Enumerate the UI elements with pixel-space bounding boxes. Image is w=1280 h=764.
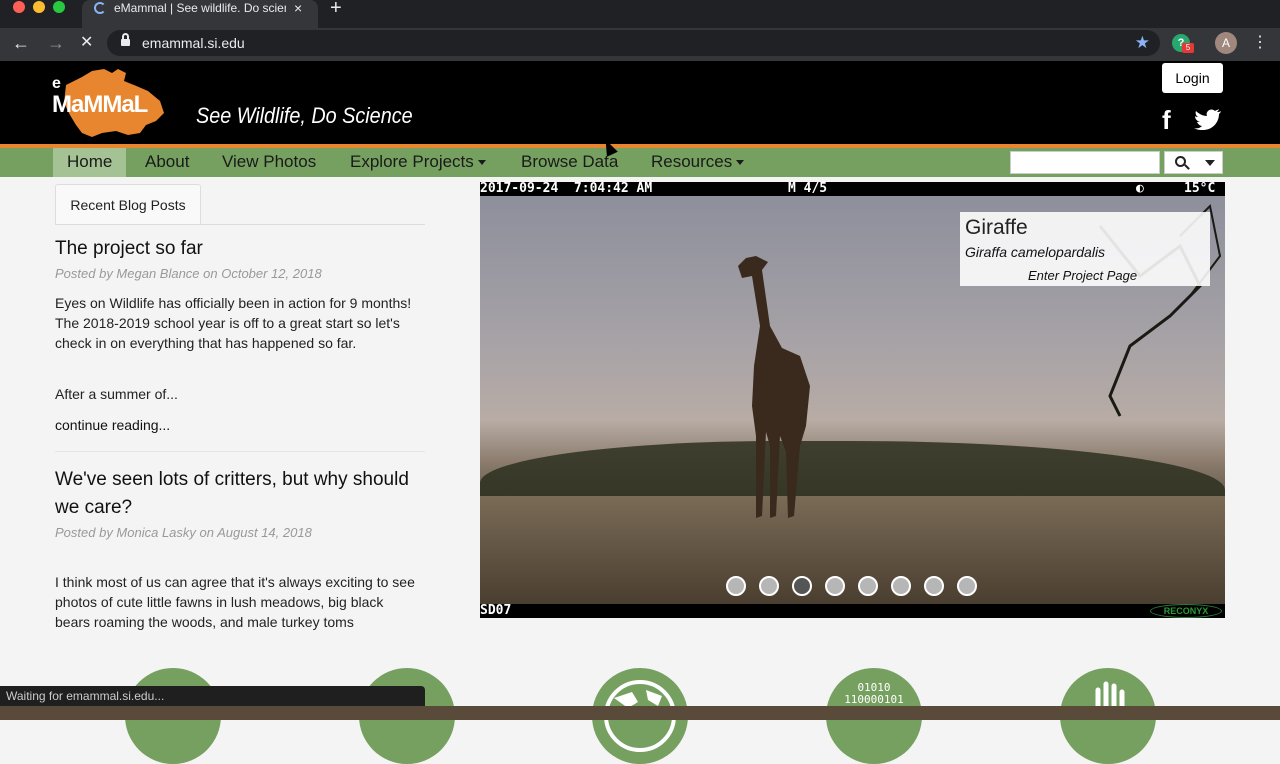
nav-resources-label: Resources <box>651 152 733 171</box>
nav-home[interactable]: Home <box>53 148 127 177</box>
slide-dot[interactable] <box>924 576 944 596</box>
post-title[interactable]: The project so far <box>55 235 415 263</box>
nav-about[interactable]: About <box>145 148 189 177</box>
nav-explore-projects-label: Explore Projects <box>350 152 474 171</box>
bookmark-star-icon[interactable]: ★ <box>1135 30 1150 56</box>
loading-spinner-icon <box>94 2 106 14</box>
post-body: Eyes on Wildlife has officially been in … <box>55 295 412 351</box>
enter-project-link[interactable]: Enter Project Page <box>1028 268 1137 283</box>
post-excerpt-tail: After a summer of... <box>55 386 178 402</box>
camera-frame-counter: M 4/5 <box>788 182 828 196</box>
post-meta: Posted by Monica Lasky on August 14, 201… <box>55 525 312 540</box>
species-caption: Giraffe Giraffa camelopardalis Enter Pro… <box>960 212 1210 286</box>
new-tab-button[interactable]: + <box>330 0 342 18</box>
search-icon-handle <box>1184 164 1190 170</box>
tab-title: eMammal | See wildlife. Do science. <box>114 1 286 15</box>
search-input[interactable] <box>1010 151 1160 174</box>
twitter-icon[interactable] <box>1194 108 1222 130</box>
slide-indicators <box>726 576 986 596</box>
emammal-logo[interactable]: e MaMMaL <box>52 67 170 137</box>
giraffe-photo: Giraffe Giraffa camelopardalis Enter Pro… <box>480 196 1225 604</box>
minimize-window-button[interactable] <box>33 1 45 13</box>
post-meta: Posted by Megan Blance on October 12, 20… <box>55 266 322 281</box>
forward-button[interactable]: → <box>47 33 65 53</box>
browser-tab[interactable]: eMammal | See wildlife. Do science. × <box>82 0 318 28</box>
post-body: I think most of us can agree that it's a… <box>55 574 415 630</box>
facebook-icon[interactable]: f <box>1162 105 1171 135</box>
photo-slideshow[interactable]: 2017-09-24 7:04:42 AM M 4/5 ◐ 15°C Giraf… <box>480 182 1225 618</box>
stop-loading-button[interactable]: ✕ <box>80 33 93 53</box>
slide-dot[interactable] <box>858 576 878 596</box>
tab-close-icon[interactable]: × <box>294 0 302 16</box>
profile-avatar[interactable]: A <box>1215 32 1237 54</box>
close-window-button[interactable] <box>13 1 25 13</box>
browser-menu-icon[interactable]: ⋮ <box>1252 32 1268 54</box>
slide-dot[interactable] <box>759 576 779 596</box>
login-button[interactable]: Login <box>1162 63 1223 93</box>
species-name: Giraffe <box>965 216 1028 239</box>
moon-phase-icon: ◐ <box>1136 182 1144 196</box>
species-latin-name: Giraffa camelopardalis <box>965 244 1106 260</box>
camera-id: SD07 <box>480 603 512 618</box>
url-text[interactable]: emammal.si.edu <box>142 30 245 56</box>
camera-footer: SD07 RECONYX <box>480 604 1225 618</box>
camera-brand-logo: RECONYX <box>1150 604 1222 618</box>
continue-reading-link[interactable]: continue reading... <box>55 417 170 433</box>
nav-browse-data[interactable]: Browse Data <box>521 148 618 177</box>
site-tagline: See Wildlife, Do Science <box>196 103 413 128</box>
tab-underline <box>55 224 425 225</box>
address-bar[interactable]: emammal.si.edu ★ <box>107 30 1160 56</box>
slide-dot[interactable] <box>825 576 845 596</box>
post-divider <box>55 451 425 452</box>
camera-timestamp: 2017-09-24 7:04:42 AM <box>480 182 653 196</box>
maximize-window-button[interactable] <box>53 1 65 13</box>
back-button[interactable]: ← <box>12 33 30 53</box>
nav-explore-projects[interactable]: Explore Projects <box>350 148 486 177</box>
chevron-down-icon[interactable] <box>1205 160 1215 166</box>
slide-dot-active[interactable] <box>792 576 812 596</box>
site-header: e MaMMaL See Wildlife, Do Science Login … <box>0 61 1280 144</box>
slide-dot[interactable] <box>726 576 746 596</box>
nav-view-photos[interactable]: View Photos <box>222 148 316 177</box>
main-navigation: Home About View Photos Explore Projects … <box>0 148 1280 177</box>
browser-tab-bar: eMammal | See wildlife. Do science. × + <box>0 0 1280 28</box>
slide-dot[interactable] <box>957 576 977 596</box>
camera-temperature: 15°C <box>1184 182 1216 196</box>
binary-data-text: 01010 110000101 <box>844 681 904 706</box>
slide-dot[interactable] <box>891 576 911 596</box>
browser-status-bar: Waiting for emammal.si.edu... <box>0 686 425 706</box>
chevron-down-icon <box>477 160 486 166</box>
browser-toolbar: ← → ✕ emammal.si.edu ★ ? 5 A ⋮ <box>0 28 1280 61</box>
search-button[interactable] <box>1164 151 1223 174</box>
tab-recent-blog-posts[interactable]: Recent Blog Posts <box>55 184 201 224</box>
extension-badge: 5 <box>1182 43 1194 53</box>
logo-wordmark: MaMMaL <box>52 91 148 118</box>
nav-resources[interactable]: Resources <box>651 148 745 177</box>
footer-photo-strip <box>0 706 1280 720</box>
chevron-down-icon <box>736 160 745 166</box>
post-title[interactable]: We've seen lots of critters, but why sho… <box>55 466 415 522</box>
lock-icon[interactable] <box>121 33 130 47</box>
